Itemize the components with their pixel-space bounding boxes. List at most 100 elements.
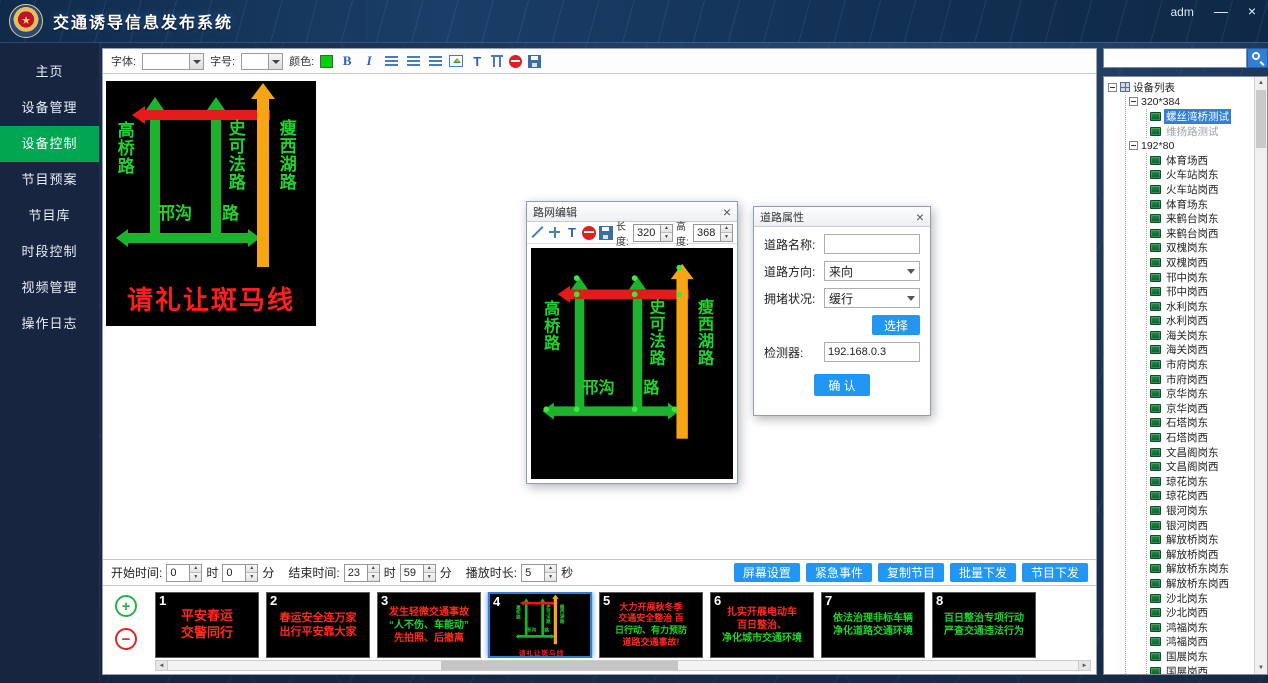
- device-tree-item[interactable]: 火车站岗东: [1150, 168, 1253, 183]
- road-node-dot[interactable]: [676, 265, 682, 271]
- sidebar-item[interactable]: 节目预案: [0, 162, 99, 198]
- spinner-arrows[interactable]: ▲▼: [189, 565, 201, 581]
- collapse-icon[interactable]: [1108, 83, 1117, 92]
- device-tree-item[interactable]: 文昌阁岗西: [1150, 459, 1253, 474]
- program-preview-panel[interactable]: 高桥路 史可法路 瘦西湖路 邗沟 路 请礼让斑马线: [106, 81, 316, 326]
- device-tree-item[interactable]: 来鹤台岗东: [1150, 211, 1253, 226]
- start-minute-input[interactable]: [223, 565, 245, 581]
- device-tree-item[interactable]: 沙北岗东: [1150, 591, 1253, 606]
- device-tree-item[interactable]: 琼花岗西: [1150, 489, 1253, 504]
- program-thumbnail-5[interactable]: 5 大力开展秋冬季交通安全整治 百日行动、有力预防道路交通事故!: [599, 592, 703, 658]
- draw-road-icon[interactable]: [531, 226, 545, 240]
- device-tree-item[interactable]: 火车站岗西: [1150, 182, 1253, 197]
- scroll-left-icon[interactable]: ◄: [156, 661, 168, 670]
- duration-input[interactable]: [522, 565, 544, 581]
- dialog-titlebar[interactable]: 路网编辑 ×: [527, 202, 737, 222]
- collapse-icon[interactable]: [1129, 141, 1138, 150]
- close-icon[interactable]: ×: [916, 210, 924, 224]
- action-button[interactable]: 紧急事件: [806, 563, 872, 582]
- sidebar-item[interactable]: 主页: [0, 54, 99, 90]
- device-tree-item[interactable]: 市府岗东: [1150, 357, 1253, 372]
- program-thumbnail-6[interactable]: 6 扎实开展电动车百日整治、净化城市交通环境: [710, 592, 814, 658]
- scroll-up-icon[interactable]: ▲: [1255, 77, 1267, 89]
- sidebar-item[interactable]: 设备控制: [0, 126, 99, 162]
- end-hour-input[interactable]: [345, 565, 367, 581]
- bold-button[interactable]: B: [339, 53, 355, 69]
- scroll-down-icon[interactable]: ▼: [1255, 662, 1267, 674]
- device-tree-item[interactable]: 琼花岗东: [1150, 474, 1253, 489]
- delete-button[interactable]: [509, 55, 522, 68]
- device-tree-item[interactable]: 国展岗西: [1150, 664, 1253, 675]
- remove-program-button[interactable]: −: [115, 628, 137, 650]
- scroll-right-icon[interactable]: ►: [1078, 661, 1090, 670]
- device-tree-item[interactable]: 体育场东: [1150, 197, 1253, 212]
- add-program-button[interactable]: +: [115, 595, 137, 617]
- device-tree-item[interactable]: 市府岗西: [1150, 372, 1253, 387]
- device-tree-item[interactable]: 银河岗东: [1150, 503, 1253, 518]
- road-node-dot[interactable]: [574, 406, 580, 412]
- dialog-titlebar[interactable]: 道路属性 ×: [754, 207, 930, 227]
- road-node-dot[interactable]: [676, 291, 682, 297]
- program-thumbnail-4-selected[interactable]: 4 高桥路 史可法路 瘦西湖路 邗沟 路: [488, 592, 592, 658]
- device-tree-item[interactable]: 水利岗东: [1150, 299, 1253, 314]
- height-input[interactable]: [694, 225, 720, 241]
- device-tree-item[interactable]: 邗中岗西: [1150, 284, 1253, 299]
- confirm-button[interactable]: 确 认: [814, 374, 869, 396]
- device-search-input[interactable]: [1103, 48, 1247, 68]
- device-tree-item[interactable]: 京华岗西: [1150, 401, 1253, 416]
- device-tree-item[interactable]: 银河岗西: [1150, 518, 1253, 533]
- select-detector-button[interactable]: 选择: [872, 315, 920, 335]
- device-tree-item[interactable]: 鸿福岗东: [1150, 620, 1253, 635]
- device-group-320x384[interactable]: 320*384: [1129, 95, 1253, 110]
- spinner-arrows[interactable]: ▲▼: [245, 565, 257, 581]
- program-thumbnail-3[interactable]: 3 发生轻微交通事故“人不伤、车能动”先拍照、后撤离: [377, 592, 481, 658]
- device-tree-item[interactable]: 来鹤台岗西: [1150, 226, 1253, 241]
- device-tree-item[interactable]: 水利岗西: [1150, 314, 1253, 329]
- start-minute-stepper[interactable]: ▲▼: [222, 564, 258, 582]
- road-name-input[interactable]: [824, 234, 920, 254]
- vertical-scrollbar[interactable]: ▲ ▼: [1254, 77, 1267, 674]
- action-button[interactable]: 批量下发: [950, 563, 1016, 582]
- program-thumbnail-7[interactable]: 7 依法治理非标车辆净化道路交通环境: [821, 592, 925, 658]
- road-direction-select[interactable]: 来向: [824, 261, 920, 281]
- save-icon[interactable]: [599, 226, 613, 240]
- height-stepper[interactable]: ▲▼: [693, 224, 733, 242]
- road-node-dot[interactable]: [632, 275, 638, 281]
- italic-button[interactable]: I: [361, 53, 377, 69]
- collapse-icon[interactable]: [1129, 97, 1138, 106]
- device-tree-item[interactable]: 鸿福岗西: [1150, 635, 1253, 650]
- device-tree-item[interactable]: 解放桥东岗西: [1150, 576, 1253, 591]
- minimize-button[interactable]: —: [1214, 4, 1228, 18]
- spinner-arrows[interactable]: ▲▼: [367, 565, 379, 581]
- detector-input[interactable]: [824, 342, 920, 362]
- spinner-arrows[interactable]: ▲▼: [544, 565, 556, 581]
- scrollbar-thumb[interactable]: [441, 661, 678, 670]
- device-tree-item[interactable]: 海关岗东: [1150, 328, 1253, 343]
- device-tree-item[interactable]: 邗中岗东: [1150, 270, 1253, 285]
- congestion-select[interactable]: 缓行: [824, 288, 920, 308]
- device-tree-item[interactable]: 国展岗东: [1150, 649, 1253, 664]
- device-tree-item[interactable]: 双槐岗东: [1150, 241, 1253, 256]
- program-thumbnail-1[interactable]: 1 平安春运交警同行: [155, 592, 259, 658]
- search-button[interactable]: [1247, 48, 1268, 68]
- duration-stepper[interactable]: ▲▼: [521, 564, 557, 582]
- sidebar-item[interactable]: 视频管理: [0, 270, 99, 306]
- end-minute-stepper[interactable]: ▲▼: [400, 564, 436, 582]
- sidebar-item[interactable]: 节目库: [0, 198, 99, 234]
- device-tree-item[interactable]: 京华岗东: [1150, 386, 1253, 401]
- text-tool-icon[interactable]: T: [565, 226, 579, 240]
- program-thumbnail-8[interactable]: 8 百日整治专项行动严查交通违法行为: [932, 592, 1036, 658]
- road-node-dot[interactable]: [574, 275, 580, 281]
- road-node-dot[interactable]: [543, 406, 549, 412]
- length-stepper[interactable]: ▲▼: [633, 224, 673, 242]
- start-hour-stepper[interactable]: ▲▼: [166, 564, 202, 582]
- scrollbar-thumb[interactable]: [1256, 90, 1266, 148]
- device-tree-item[interactable]: 体育场西: [1150, 153, 1253, 168]
- close-icon[interactable]: ×: [723, 205, 731, 219]
- device-tree-item[interactable]: 沙北岗西: [1150, 605, 1253, 620]
- device-tree-item[interactable]: 螺丝湾桥测试: [1150, 109, 1253, 124]
- sidebar-item[interactable]: 操作日志: [0, 306, 99, 342]
- close-window-button[interactable]: ×: [1248, 4, 1256, 18]
- font-size-select[interactable]: [241, 53, 283, 70]
- scrollbar-track[interactable]: [168, 661, 1078, 670]
